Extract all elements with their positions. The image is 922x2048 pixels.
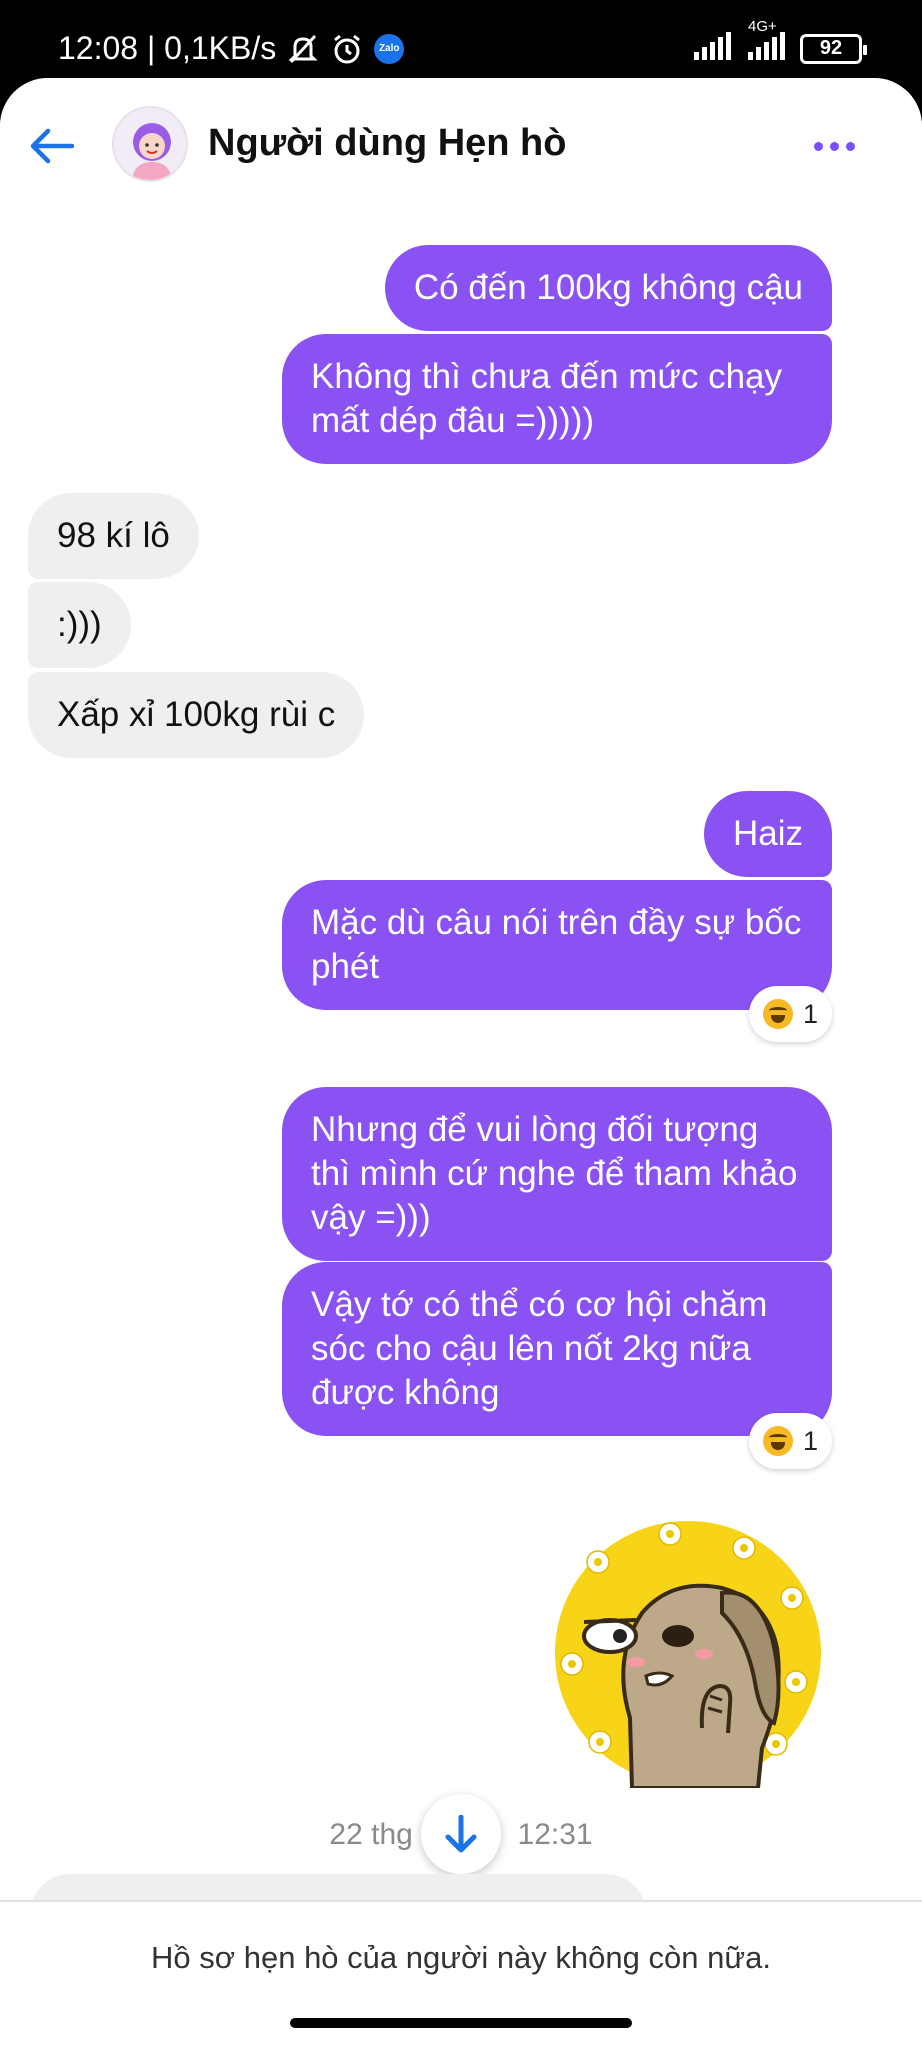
signal-icon [692,32,734,65]
chat-screen: Người dùng Hẹn hò Có đến 100kg không cậu… [0,78,922,2048]
status-left: 12:08 | 0,1KB/s Zalo [58,30,405,67]
message-bubble-outgoing[interactable]: Haiz [703,791,832,877]
arrow-down-icon [445,1815,477,1853]
message-bubble-incoming[interactable]: :))) [28,582,131,668]
mute-bell-icon [286,32,320,66]
laughing-emoji-icon [762,1426,793,1456]
status-right: 4G+ 92 [692,18,867,65]
laughing-emoji-icon [762,999,793,1029]
message-bubble-outgoing[interactable]: Có đến 100kg không cậu [384,245,832,331]
message-bubble-outgoing[interactable]: Không thì chưa đến mức chạy mất dép đâu … [282,334,832,464]
dating-user-avatar-icon [132,123,172,180]
status-bar: 12:08 | 0,1KB/s Zalo 4G+ 92 [0,0,922,80]
battery-icon: 92 [800,33,867,64]
alarm-clock-icon [330,32,364,66]
avatar[interactable] [112,106,188,182]
scroll-to-bottom-button[interactable] [421,1794,501,1874]
reaction-badge[interactable]: 1 [748,1413,832,1469]
zalo-icon: Zalo [374,33,405,64]
dog-sticker-icon [555,1521,821,1790]
reaction-count: 1 [802,1425,818,1456]
more-dot [845,141,855,151]
message-bubble-outgoing[interactable]: Mặc dù câu nói trên đầy sự bốc phét [282,880,832,1010]
timestamp-time: 12:31 [517,1818,593,1851]
signal-4g-icon: 4G+ [746,18,788,65]
back-arrow-icon [30,128,74,164]
message-bubble-outgoing[interactable]: Vậy tớ có thể có cơ hội chăm sóc cho cậu… [282,1262,832,1436]
chat-header: Người dùng Hẹn hò [0,78,922,208]
reaction-badge[interactable]: 1 [748,986,832,1042]
more-options-button[interactable] [806,126,862,166]
battery-level: 92 [819,37,843,59]
status-time-speed: 12:08 | 0,1KB/s [58,30,277,66]
message-bubble-outgoing[interactable]: Nhưng để vui lòng đối tượng thì mình cứ … [282,1087,832,1261]
more-dot [829,141,839,151]
reaction-count: 1 [802,998,818,1029]
dog-sticker[interactable] [552,1518,824,1790]
message-bubble-incoming[interactable]: Xấp xỉ 100kg rùi c [28,672,365,758]
more-dot [813,141,823,151]
network-label: 4G+ [748,18,777,35]
home-indicator[interactable] [290,2018,632,2028]
message-bubble-incoming[interactable]: 98 kí lô [28,493,199,579]
back-button[interactable] [26,120,78,172]
chat-title: Người dùng Hẹn hò [208,122,567,164]
timestamp-date: 22 thg [329,1818,413,1851]
